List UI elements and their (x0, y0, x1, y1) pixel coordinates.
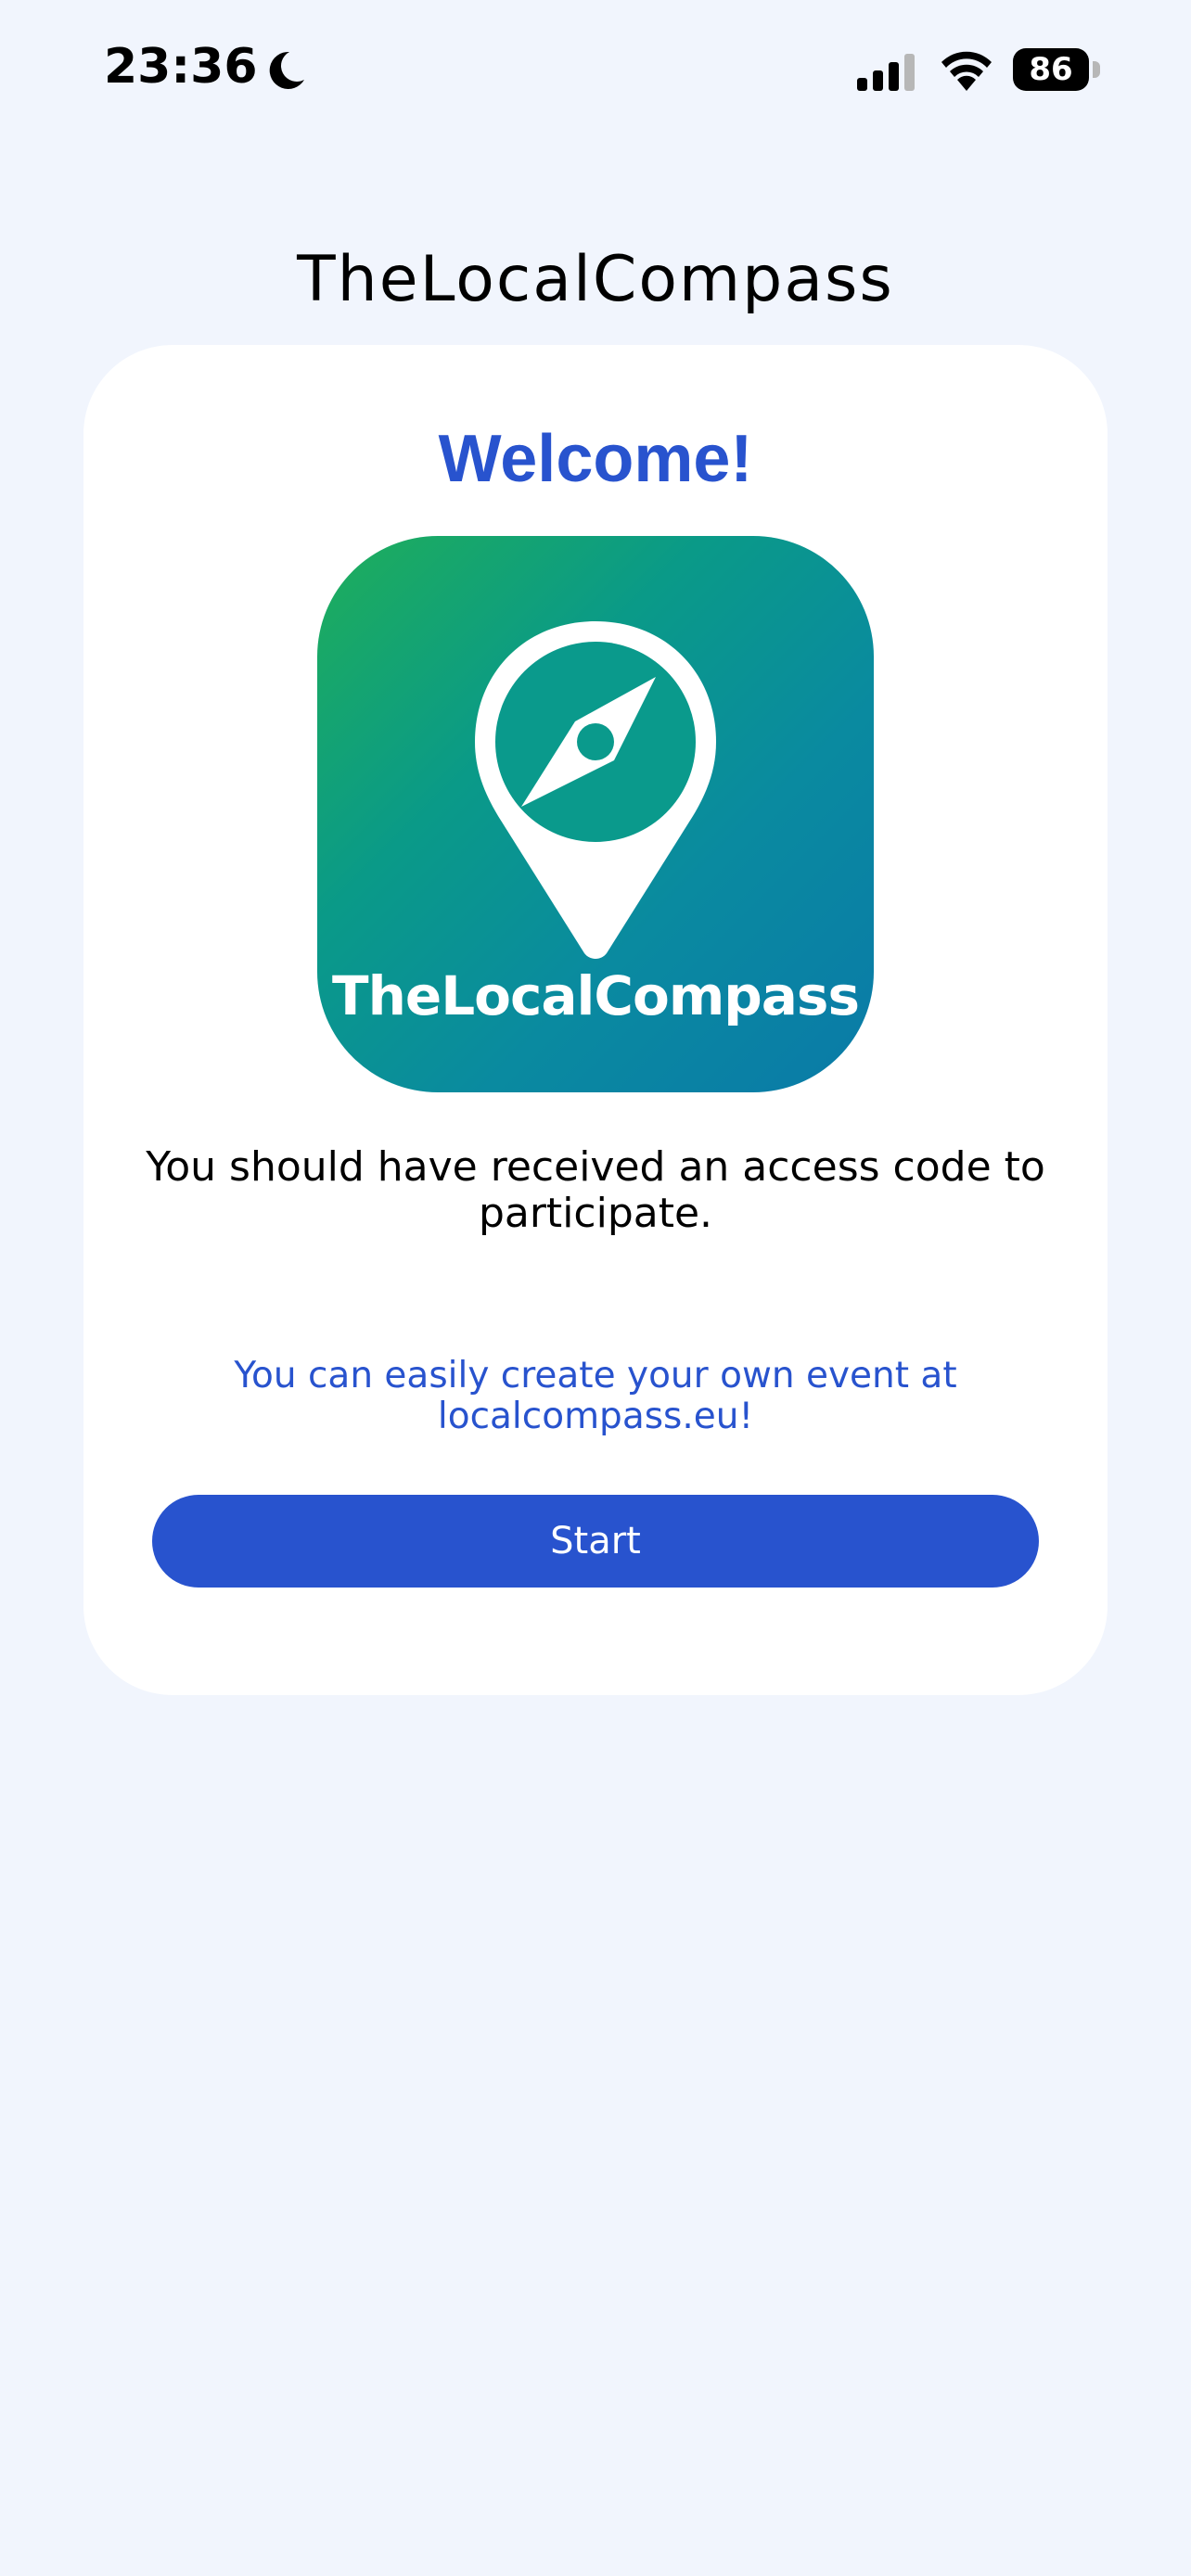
status-bar: 23:36 86 (0, 0, 1191, 139)
access-code-message: You should have received an access code … (146, 1143, 1045, 1237)
compass-pin-icon (475, 621, 716, 959)
cellular-signal-icon (857, 54, 915, 91)
battery-indicator: 86 (1013, 48, 1102, 91)
wifi-icon (941, 51, 992, 91)
app-title: TheLocalCompass (297, 243, 894, 316)
battery-level: 86 (1013, 48, 1089, 91)
moon-icon (269, 51, 304, 89)
welcome-card: Welcome! TheLocalCompass You should have… (83, 345, 1108, 1695)
create-event-link[interactable]: You can easily create your own event at … (176, 1356, 1015, 1437)
welcome-heading: Welcome! (438, 422, 753, 496)
status-time: 23:36 (104, 39, 258, 95)
battery-tip (1093, 61, 1100, 78)
start-button[interactable]: Start (152, 1495, 1039, 1588)
logo-text: TheLocalCompass (332, 964, 860, 1027)
app-logo: TheLocalCompass (317, 536, 874, 1092)
